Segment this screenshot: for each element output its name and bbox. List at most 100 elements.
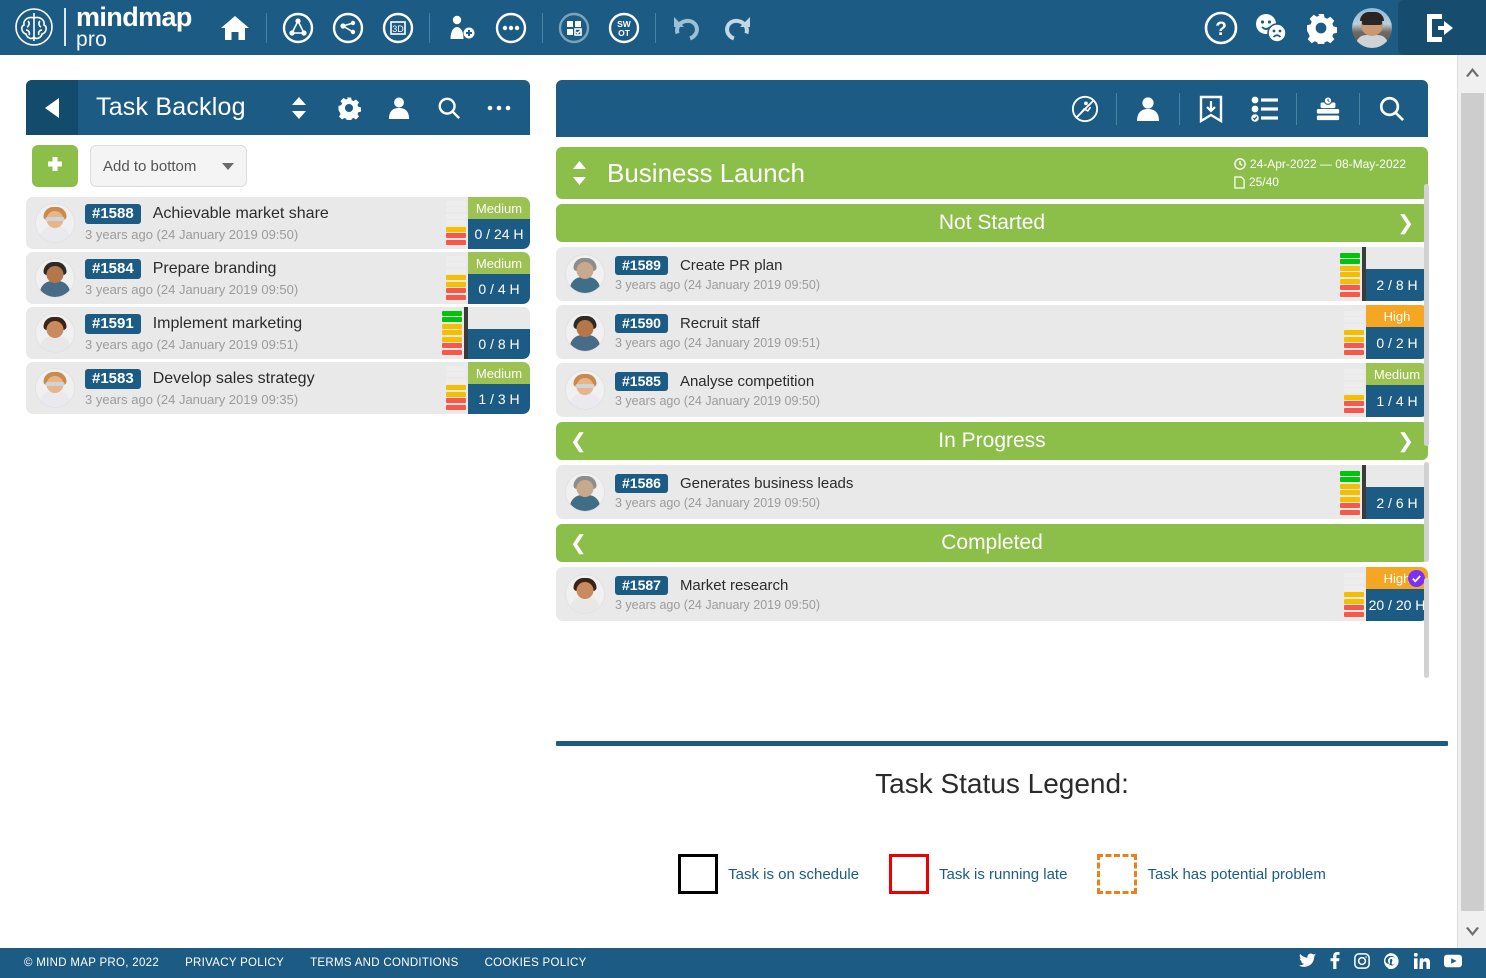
import-icon[interactable] <box>1184 80 1238 137</box>
redo-icon[interactable] <box>712 0 762 55</box>
task-status-block: High 0 / 2 H <box>1366 305 1428 359</box>
person-icon[interactable] <box>374 80 424 135</box>
footer-copyright: © MIND MAP PRO, 2022 <box>24 957 160 969</box>
task-card[interactable]: #1591 Implement marketing 3 years ago (24 … <box>26 307 530 359</box>
facebook-icon[interactable] <box>1330 952 1340 974</box>
task-text: #1586 Generates business leads 3 years ago… <box>615 474 1340 510</box>
help-icon[interactable]: ? <box>1196 0 1246 55</box>
task-date: 3 years ago (24 January 2019 09:50) <box>85 282 299 297</box>
scroll-down-arrow-icon[interactable] <box>1458 914 1486 948</box>
page-scrollbar[interactable] <box>1457 55 1486 948</box>
project-board-panel: Business Launch 24-Apr-2022 — 08-May-202… <box>556 80 1429 678</box>
task-card[interactable]: #1590 Recruit staff 3 years ago (24 Januar… <box>556 305 1428 359</box>
add-position-select[interactable]: Add to bottom <box>90 145 248 187</box>
footer-link[interactable]: PRIVACY POLICY <box>185 957 284 969</box>
toolbar-divider <box>428 12 430 43</box>
task-card[interactable]: #1583 Develop sales strategy 3 years ago (… <box>26 362 530 414</box>
project-meta: 24-Apr-2022 — 08-May-2022 25/40 <box>1234 155 1406 191</box>
search-icon[interactable] <box>424 80 474 135</box>
board-group-header[interactable]: ❮ Completed <box>556 524 1428 562</box>
progress-segment <box>1344 381 1364 387</box>
move-left-arrow-icon[interactable]: ❮ <box>570 429 587 454</box>
linkedin-icon[interactable] <box>1413 952 1430 974</box>
move-right-arrow-icon[interactable]: ❯ <box>1397 429 1414 454</box>
sort-icon[interactable] <box>274 80 324 135</box>
task-status-block: Medium 0 / 4 H <box>468 252 530 304</box>
progress-segment <box>446 385 466 390</box>
mindmap-view-icon[interactable] <box>273 0 323 55</box>
project-date-range: 24-Apr-2022 — 08-May-2022 <box>1249 157 1406 171</box>
youtube-icon[interactable] <box>1444 954 1462 973</box>
progress-segment <box>446 391 466 397</box>
task-id: #1586 <box>615 474 668 493</box>
progress-segment <box>1344 407 1364 413</box>
scrollbar-thumb[interactable] <box>1424 184 1429 446</box>
progress-segment <box>446 226 466 232</box>
task-status-block: 0 / 8 H <box>468 307 530 359</box>
footer-link[interactable]: COOKIES POLICY <box>485 957 587 969</box>
scrollbar-thumb[interactable] <box>1424 462 1429 562</box>
panel-header-icons <box>274 80 530 135</box>
board-group-header[interactable]: ❮ In Progress ❯ <box>556 422 1428 460</box>
scrollbar-thumb[interactable] <box>1424 578 1429 678</box>
network-view-icon[interactable] <box>323 0 373 55</box>
project-sort-icon[interactable] <box>572 160 587 186</box>
add-person-icon[interactable] <box>436 0 486 55</box>
task-card[interactable]: #1585 Analyse competition 3 years ago (24 … <box>556 363 1428 417</box>
home-icon[interactable] <box>210 0 260 55</box>
avatar-glasses <box>1362 19 1382 25</box>
move-left-arrow-icon[interactable]: ❮ <box>570 531 587 556</box>
person-icon[interactable] <box>1121 80 1175 137</box>
dashboard-icon[interactable] <box>549 0 599 55</box>
footer-link[interactable]: TERMS AND CONDITIONS <box>310 957 458 969</box>
task-card[interactable]: #1587 Market research 3 years ago (24 Janu… <box>556 567 1428 621</box>
board-group-header[interactable]: Not Started ❯ <box>556 204 1428 242</box>
feedback-icon[interactable] <box>1246 0 1296 55</box>
undo-icon[interactable] <box>662 0 712 55</box>
progress-segment <box>1340 503 1360 508</box>
logout-button[interactable] <box>1398 0 1486 55</box>
settings-gear-icon[interactable] <box>324 80 374 135</box>
task-card[interactable]: #1586 Generates business leads 3 years ago… <box>556 465 1428 519</box>
task-date: 3 years ago (24 January 2019 09:50) <box>615 394 820 408</box>
task-priority-badge: Medium <box>468 197 530 219</box>
settings-gear-icon[interactable] <box>1296 0 1346 55</box>
task-progress-bars <box>446 362 468 414</box>
no-sprint-icon[interactable] <box>1058 80 1112 137</box>
task-card[interactable]: #1588 Achievable market share 3 years ago … <box>26 197 530 249</box>
3d-view-icon[interactable]: 3D <box>373 0 423 55</box>
swot-icon[interactable]: SW OT <box>599 0 649 55</box>
archive-icon[interactable] <box>1301 80 1355 137</box>
user-avatar[interactable] <box>1352 7 1392 48</box>
task-card[interactable]: #1589 Create PR plan 3 years ago (24 Janua… <box>556 247 1428 301</box>
avatar <box>565 312 605 352</box>
brand-logo[interactable]: mindmap pro <box>0 4 192 50</box>
toolbar-divider <box>654 12 656 43</box>
progress-segment <box>446 398 466 403</box>
back-button[interactable] <box>26 80 78 135</box>
progress-segment <box>1344 388 1364 393</box>
svg-text:3D: 3D <box>392 24 404 34</box>
progress-segment <box>1344 611 1364 617</box>
progress-segment <box>1340 483 1360 489</box>
more-options-icon[interactable] <box>474 80 524 135</box>
toolbar-divider <box>1359 92 1360 125</box>
pinterest-icon[interactable] <box>1384 952 1400 974</box>
task-list-icon[interactable] <box>1238 80 1292 137</box>
progress-segment <box>1344 368 1364 374</box>
instagram-icon[interactable] <box>1354 952 1370 974</box>
avatar-face <box>46 321 64 338</box>
search-icon[interactable] <box>1364 80 1418 137</box>
task-header-line: #1584 Prepare branding <box>85 259 446 279</box>
more-options-icon[interactable] <box>486 0 536 55</box>
page-scrollbar-thumb[interactable] <box>1461 93 1484 911</box>
move-right-arrow-icon[interactable]: ❯ <box>1397 211 1414 236</box>
scroll-up-arrow-icon[interactable] <box>1458 55 1486 89</box>
board-scrollbar[interactable] <box>1423 184 1430 740</box>
task-card[interactable]: #1584 Prepare branding 3 years ago (24 Jan… <box>26 252 530 304</box>
twitter-icon[interactable] <box>1299 953 1316 973</box>
project-bar[interactable]: Business Launch 24-Apr-2022 — 08-May-202… <box>556 147 1428 199</box>
project-board-groups: Not Started ❯ #1589 Create PR plan 3 years a… <box>556 204 1428 621</box>
add-task-button[interactable] <box>32 145 78 187</box>
task-header-line: #1585 Analyse competition <box>615 372 1344 391</box>
